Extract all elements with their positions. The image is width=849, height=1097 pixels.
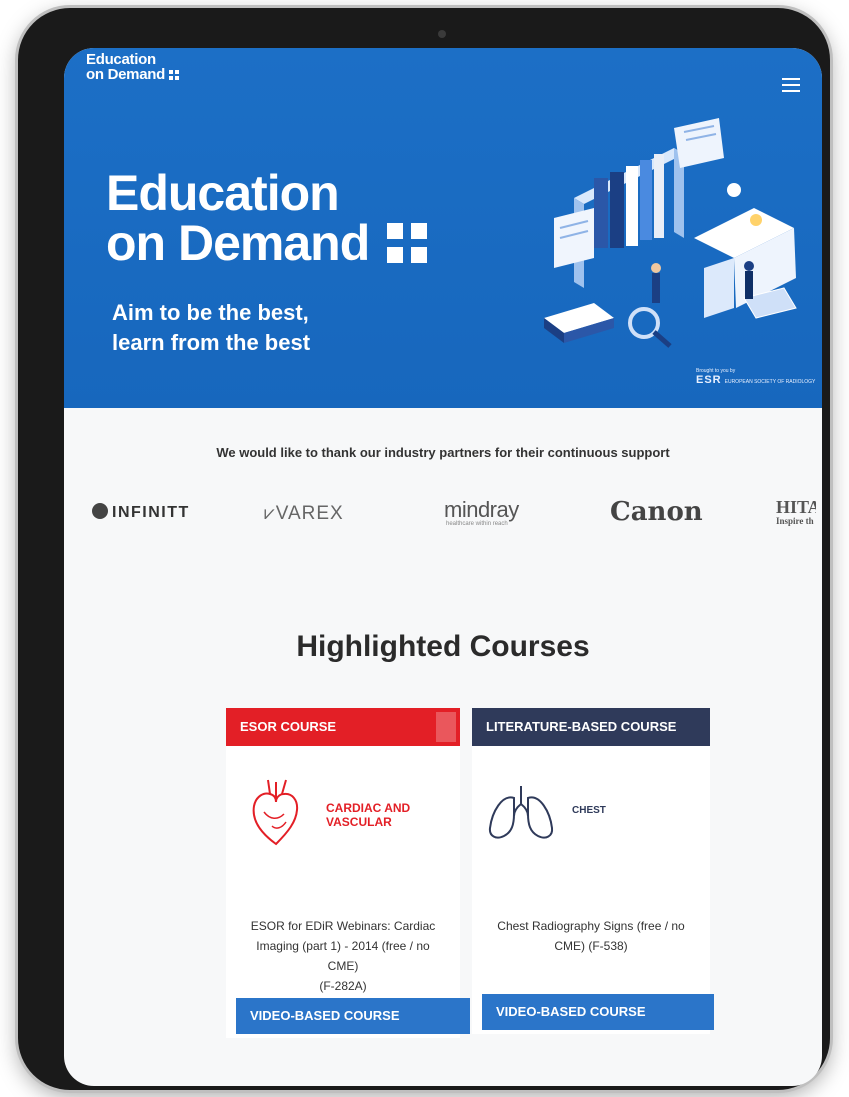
tablet-device-frame: Education on Demand Education on Demand … xyxy=(18,8,830,1090)
lungs-icon xyxy=(488,786,554,839)
partner-logo-mindray[interactable]: mindray healthcare within reach xyxy=(444,497,519,527)
course-topic: CARDIAC AND VASCULAR xyxy=(326,801,411,829)
hamburger-menu-icon[interactable] xyxy=(782,78,800,92)
video-based-course-button[interactable]: VIDEO-BASED COURSE xyxy=(236,998,470,1034)
partners-intro: We would like to thank our industry part… xyxy=(216,445,670,460)
partner-logos: INFINITT ⩗VAREX mindray healthcare within… xyxy=(92,497,822,543)
logo-line1: Education xyxy=(86,51,156,68)
brought-by-badge: Brought to you by ESR EUROPEAN SOCIETY OF… xyxy=(696,368,815,386)
tagline-line1: Aim to be the best, xyxy=(112,300,309,325)
esr-logo: ESR xyxy=(696,374,722,386)
hero-title: Education on Demand xyxy=(106,165,428,271)
course-topic: CHEST xyxy=(572,805,606,816)
partner-logo-infinitt[interactable]: INFINITT xyxy=(92,503,190,522)
video-based-course-button[interactable]: VIDEO-BASED COURSE xyxy=(482,994,714,1030)
hero-title-line1: Education xyxy=(106,165,340,221)
course-card-cardiac[interactable]: ESOR COURSE CARDIAC AND VASCULAR ESOR fo… xyxy=(226,708,460,1038)
partner-logo-canon[interactable]: Canon xyxy=(610,497,703,527)
esr-full-name: EUROPEAN SOCIETY OF RADIOLOGY xyxy=(724,378,816,385)
course-card-chest[interactable]: LITERATURE-BASED COURSE CHEST Chest Radi… xyxy=(472,708,710,1034)
camera-icon xyxy=(438,30,446,38)
partner-logo-varex[interactable]: ⩗VAREX xyxy=(264,503,344,525)
library-illustration-icon xyxy=(544,118,797,348)
varex-chevron-icon: ⩗ xyxy=(264,503,276,524)
course-badge-esor: ESOR COURSE xyxy=(226,708,460,746)
esor-badge-icon xyxy=(436,712,456,742)
screen: Education on Demand Education on Demand … xyxy=(64,48,822,1086)
hero-tagline: Aim to be the best, learn from the best xyxy=(112,298,310,358)
tagline-line2: learn from the best xyxy=(112,330,311,355)
hero-banner: Education on Demand Education on Demand … xyxy=(64,48,822,408)
site-logo[interactable]: Education on Demand xyxy=(86,52,179,82)
course-title[interactable]: ESOR for EDiR Webinars: Cardiac Imaging … xyxy=(226,916,460,993)
heart-icon xyxy=(252,779,299,846)
infinitt-globe-icon xyxy=(92,503,108,519)
course-badge-literature: LITERATURE-BASED COURSE xyxy=(472,708,710,746)
logo-line2: on Demand xyxy=(86,66,165,83)
logo-dots-icon xyxy=(387,223,428,263)
course-title[interactable]: Chest Radiography Signs (free / no CME) … xyxy=(472,916,710,988)
partner-logo-hitachi[interactable]: HITA Inspire th xyxy=(776,497,816,526)
logo-dots-icon xyxy=(168,70,179,81)
hero-title-line2: on Demand xyxy=(106,215,370,271)
highlighted-courses-title: Highlighted Courses xyxy=(296,630,590,663)
